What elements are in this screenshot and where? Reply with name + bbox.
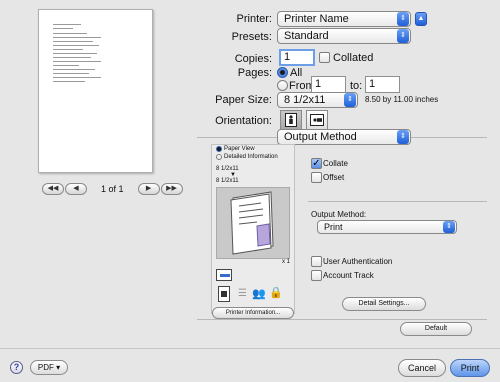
account-track-label: Account Track	[323, 271, 374, 280]
printer-information-button[interactable]: Printer Information...	[212, 307, 294, 319]
paper-dimensions: 8.50 by 11.00 inches	[365, 95, 439, 104]
list-icon: ☰	[238, 288, 247, 299]
page-indicator: 1 of 1	[101, 184, 124, 194]
previous-page-button[interactable]: ◀	[65, 183, 87, 195]
section-popup-value: Output Method	[284, 131, 357, 143]
page-preview	[38, 9, 153, 173]
popup-arrows-icon: ⇕	[344, 93, 356, 107]
document-icon	[218, 286, 230, 302]
paper-stack-icon	[230, 191, 274, 255]
paper-output-size: 8 1/2x11	[216, 178, 239, 184]
copies-input[interactable]: 1	[279, 49, 315, 66]
bottom-bar-separator	[0, 348, 500, 349]
landscape-orientation-button[interactable]	[306, 110, 328, 130]
popup-arrows-icon: ⇕	[397, 29, 409, 43]
collate-label: Collate	[323, 159, 348, 168]
paper-size-label: Paper Size:	[215, 94, 272, 106]
orientation-label: Orientation:	[215, 115, 272, 127]
preview-navigation: ◀◀ ◀ 1 of 1 ▶ ▶▶	[42, 183, 183, 195]
detail-settings-button[interactable]: Detail Settings...	[342, 297, 426, 311]
presets-popup[interactable]: Standard ⇕	[277, 28, 411, 44]
offset-checkbox[interactable]	[311, 172, 322, 183]
section-bottom-separator	[197, 319, 487, 320]
default-button[interactable]: Default	[400, 322, 472, 336]
pages-all-radio[interactable]	[277, 67, 288, 78]
next-page-button[interactable]: ▶	[137, 183, 160, 195]
pages-range-radio[interactable]	[277, 80, 288, 91]
paper-size-popup[interactable]: 8 1/2x11 ⇕	[277, 92, 358, 108]
help-icon[interactable]: ?	[10, 361, 23, 374]
output-method-label: Output Method:	[311, 210, 367, 219]
first-page-button[interactable]: ◀◀	[42, 183, 64, 195]
collated-checkbox[interactable]	[319, 52, 330, 63]
printer-label: Printer:	[236, 13, 272, 25]
paper-size-value: 8 1/2x11	[284, 94, 326, 106]
paper-stack-frame	[216, 187, 290, 259]
portrait-icon	[285, 113, 297, 127]
user-authentication-label: User Authentication	[323, 257, 393, 266]
paper-view-radio[interactable]	[216, 146, 222, 152]
pages-from-input[interactable]: 1	[311, 76, 346, 93]
popup-arrows-icon: ⇕	[443, 221, 455, 233]
pages-all-label: All	[290, 67, 303, 79]
output-method-popup[interactable]: Print ⇕	[317, 220, 457, 234]
presets-value: Standard	[284, 30, 329, 42]
popup-arrows-icon: ⇕	[397, 130, 409, 144]
disclosure-triangle-icon[interactable]: ▲	[415, 12, 427, 26]
last-page-button[interactable]: ▶▶	[160, 183, 183, 195]
output-tray-icon	[216, 269, 232, 281]
pages-to-input[interactable]: 1	[365, 76, 400, 93]
printer-value: Printer Name	[284, 13, 349, 25]
offset-label: Offset	[323, 173, 345, 182]
section-popup[interactable]: Output Method ⇕	[277, 129, 411, 145]
users-icon: 👥	[252, 288, 266, 300]
presets-label: Presets:	[231, 31, 272, 43]
pages-label: Pages:	[237, 67, 272, 79]
copies-label: Copies:	[234, 53, 272, 65]
popup-arrows-icon: ⇕	[397, 12, 409, 26]
print-button[interactable]: Print	[450, 359, 490, 377]
printer-popup[interactable]: Printer Name ⇕	[277, 11, 411, 27]
cancel-button[interactable]: Cancel	[398, 359, 446, 377]
detailed-info-label: Detailed Information	[224, 154, 278, 160]
options-separator	[308, 201, 487, 202]
account-track-checkbox[interactable]	[311, 270, 322, 281]
user-authentication-checkbox[interactable]	[311, 256, 322, 267]
collated-label: Collated	[333, 52, 374, 64]
lock-icon: 🔒	[269, 287, 283, 299]
copy-quantity: x 1	[282, 259, 291, 265]
paper-view-label: Paper View	[224, 146, 255, 152]
output-method-value: Print	[324, 222, 343, 232]
landscape-icon	[310, 114, 324, 126]
pdf-menu-button[interactable]: PDF ▾	[30, 360, 68, 375]
pages-to-label: to:	[350, 80, 363, 92]
collate-checkbox[interactable]: ✓	[311, 158, 322, 169]
portrait-orientation-button[interactable]	[280, 110, 302, 130]
detailed-info-radio[interactable]	[216, 154, 222, 160]
